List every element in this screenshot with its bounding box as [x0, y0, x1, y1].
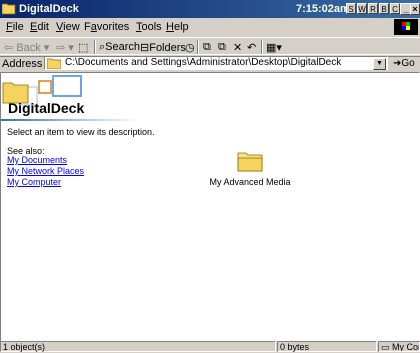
menu-file[interactable]: File: [6, 21, 24, 33]
delete-icon[interactable]: ✕: [233, 41, 242, 54]
search-label: Search: [105, 41, 141, 53]
go-label: Go: [401, 58, 415, 69]
folders-icon: ⊟: [140, 42, 150, 54]
divider: [1, 119, 141, 121]
go-button[interactable]: ➜Go: [393, 58, 415, 69]
windows-logo-icon: [394, 19, 418, 35]
copy-to-icon[interactable]: ⧉: [218, 41, 226, 54]
address-input[interactable]: C:\Documents and Settings\Administrator\…: [44, 56, 388, 70]
address-dropdown-button[interactable]: ▼: [373, 58, 386, 70]
status-zone-label: My Computer: [392, 342, 419, 352]
history-icon[interactable]: ◷: [185, 41, 195, 54]
menu-help[interactable]: Help: [166, 21, 189, 33]
back-label: Back: [16, 42, 41, 54]
tray-button-r[interactable]: R: [368, 3, 378, 14]
address-bar: Address C:\Documents and Settings\Admini…: [0, 54, 420, 73]
up-folder-icon[interactable]: ⬚: [78, 41, 88, 54]
menu-view[interactable]: View: [56, 21, 80, 33]
link-my-computer[interactable]: My Computer: [7, 177, 61, 187]
title-bar[interactable]: DigitalDeck 7:15:02am S W R B C _ ×: [0, 0, 420, 18]
list-item[interactable]: My Advanced Media: [205, 150, 295, 187]
computer-icon: ▭: [381, 342, 390, 352]
folder-icon: [47, 58, 61, 69]
link-my-network-places[interactable]: My Network Places: [7, 166, 84, 176]
move-to-icon[interactable]: ⧉: [203, 41, 211, 54]
address-path: C:\Documents and Settings\Administrator\…: [65, 57, 342, 68]
file-name: My Advanced Media: [209, 177, 291, 187]
forward-button[interactable]: ⇨ ▾: [56, 41, 74, 54]
status-size: 0 bytes: [277, 341, 377, 352]
link-my-documents[interactable]: My Documents: [7, 155, 67, 165]
folder-title: DigitalDeck: [8, 100, 85, 116]
description-text: Select an item to view its description.: [7, 127, 155, 137]
toolbar-separator: [94, 40, 96, 54]
menu-edit[interactable]: Edit: [30, 21, 49, 33]
clock: 7:15:02am: [296, 3, 350, 15]
folder-icon: [237, 152, 263, 172]
search-button[interactable]: ⌕Search: [99, 41, 140, 54]
undo-icon[interactable]: ↶: [247, 41, 256, 54]
folder-icon: [2, 3, 16, 15]
menu-bar: File Edit View Favorites Tools Help: [0, 18, 420, 36]
address-label: Address: [2, 58, 43, 70]
tray-button-w[interactable]: W: [357, 3, 367, 14]
toolbar-separator: [197, 40, 199, 54]
status-zone: ▭ My Computer: [378, 341, 420, 352]
tray-button-b[interactable]: B: [379, 3, 389, 14]
status-bar: 1 object(s) 0 bytes ▭ My Computer: [0, 341, 420, 352]
menu-tools[interactable]: Tools: [136, 21, 162, 33]
close-button[interactable]: ×: [410, 3, 420, 15]
tray-button-c[interactable]: C: [390, 3, 400, 14]
status-objects: 1 object(s): [0, 341, 276, 352]
folders-label: Folders: [149, 42, 186, 54]
tray-button-s[interactable]: S: [346, 3, 356, 14]
folders-button[interactable]: ⊟Folders: [140, 41, 186, 54]
views-button[interactable]: ▦▾: [266, 41, 282, 54]
window-title: DigitalDeck: [19, 3, 79, 15]
toolbar-separator: [261, 40, 263, 54]
folder-view: DigitalDeck Select an item to view its d…: [0, 72, 420, 342]
menu-favorites[interactable]: Favorites: [84, 21, 129, 33]
back-arrow-icon: ⇦: [4, 42, 14, 54]
back-button[interactable]: ⇦ Back ▾: [4, 41, 49, 54]
